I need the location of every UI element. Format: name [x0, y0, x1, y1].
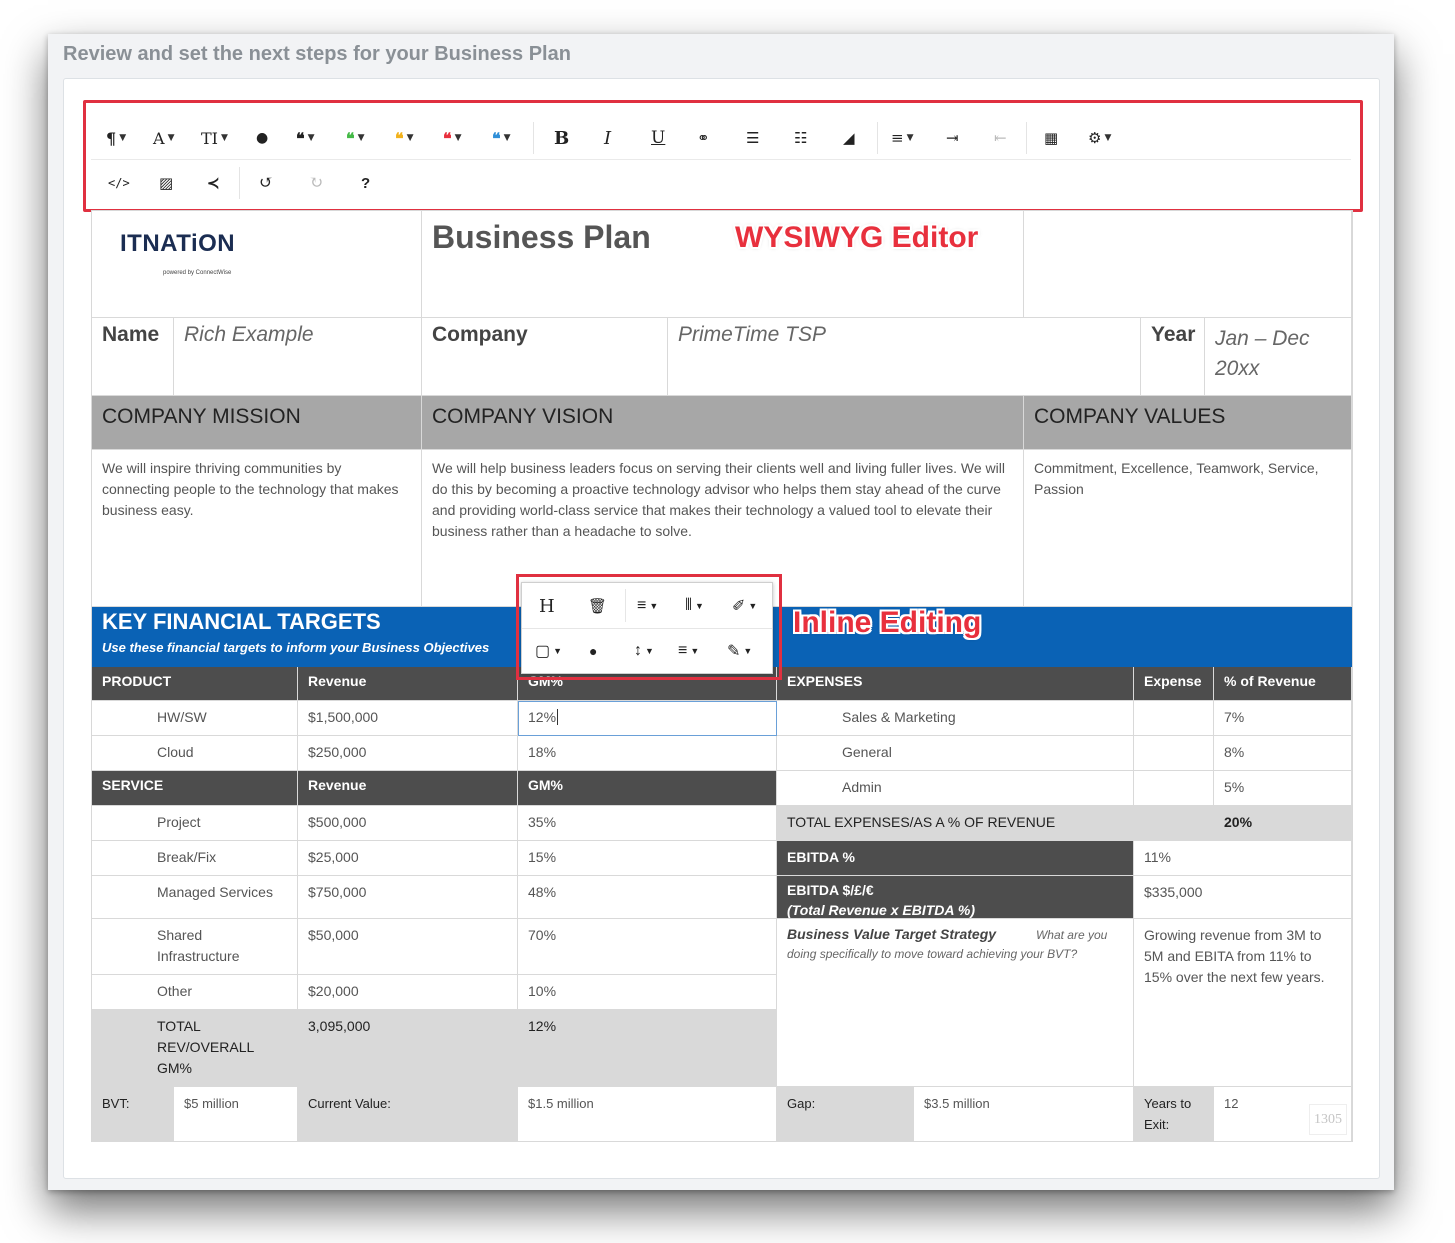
product-gm-editing[interactable]: 12% [518, 701, 777, 736]
logo-subtitle: powered by ConnectWise [163, 270, 232, 276]
year-label: Year [1141, 318, 1205, 396]
page-number: 1305 [1309, 1104, 1347, 1135]
expense-pct[interactable]: 7% [1214, 701, 1352, 736]
service-name: Project [92, 806, 298, 841]
ebitda-pct-value[interactable]: 11% [1134, 841, 1352, 876]
page-heading: Review and set the next steps for your B… [63, 43, 571, 65]
service-revenue[interactable]: $50,000 [298, 919, 518, 975]
expenses-header: EXPENSES [777, 667, 1134, 701]
bvt-label: BVT: [92, 1087, 174, 1142]
service-revenue[interactable]: $750,000 [298, 876, 518, 919]
service-name: Other [92, 975, 298, 1010]
service-gm[interactable]: 48% [518, 876, 777, 919]
name-label: Name [92, 318, 174, 396]
service-name: Managed Services [92, 876, 298, 919]
service-revenue[interactable]: $25,000 [298, 841, 518, 876]
expense-pct[interactable]: 5% [1214, 771, 1352, 806]
ebitda-dollar-sub: (Total Revenue x EBITDA %) [787, 902, 975, 918]
total-expenses-pct[interactable]: 20% [1214, 806, 1352, 841]
mission-heading: COMPANY MISSION [92, 396, 422, 450]
service-name: Break/Fix [92, 841, 298, 876]
wysiwyg-editor-label: WYSIWYG Editor [735, 221, 979, 254]
expense-value[interactable] [1134, 701, 1214, 736]
product-gm[interactable]: 12% [528, 709, 556, 725]
values-heading: COMPANY VALUES [1024, 396, 1352, 450]
ebitda-dollar-cell: EBITDA $/£/€ (Total Revenue x EBITDA %) [777, 876, 1134, 919]
product-header: PRODUCT [92, 667, 298, 701]
bvt-strategy-value[interactable]: Growing revenue from 3M to 5M and EBITA … [1134, 919, 1352, 1087]
total-label: TOTAL REV/OVERALL GM% [92, 1010, 298, 1087]
name-value[interactable]: Rich Example [174, 318, 422, 396]
years-to-exit-number[interactable]: 12 [1224, 1096, 1238, 1111]
product-name: Cloud [92, 736, 298, 771]
kft-title: KEY FINANCIAL TARGETS [102, 609, 381, 634]
service-name: Shared Infrastructure [92, 919, 298, 975]
values-text[interactable]: Commitment, Excellence, Teamwork, Servic… [1024, 450, 1352, 607]
mission-text[interactable]: We will inspire thriving communities by … [92, 450, 422, 607]
inline-editing-callout-box [516, 574, 782, 680]
gap-label: Gap: [777, 1087, 914, 1142]
bvt-value[interactable]: $5 million [174, 1087, 298, 1142]
product-revenue[interactable]: $250,000 [298, 736, 518, 771]
company-value[interactable]: PrimeTime TSP [668, 318, 1141, 396]
product-name: HW/SW [92, 701, 298, 736]
years-to-exit-label: Years to Exit: [1134, 1087, 1214, 1142]
total-expenses-value[interactable] [1134, 806, 1214, 841]
expense-pct[interactable]: 8% [1214, 736, 1352, 771]
product-gm[interactable]: 18% [518, 736, 777, 771]
service-revenue[interactable]: $500,000 [298, 806, 518, 841]
current-value[interactable]: $1.5 million [518, 1087, 777, 1142]
ebitda-dollar-value[interactable]: $335,000 [1134, 876, 1352, 919]
logo-cell: ITNATiON powered by ConnectWise [92, 211, 422, 318]
expense-name: General [777, 736, 1134, 771]
revenue-header: Revenue [298, 667, 518, 701]
expense-name: Admin [777, 771, 1134, 806]
inline-editing-label: Inline Editing [793, 606, 982, 639]
bvt-strategy-label: Business Value Target Strategy [787, 926, 997, 942]
expense-value[interactable] [1134, 771, 1214, 806]
header-empty-cell [1024, 211, 1352, 318]
years-to-exit-value[interactable]: 12 1305 [1214, 1087, 1352, 1142]
service-revenue-header: Revenue [298, 771, 518, 806]
service-header: SERVICE [92, 771, 298, 806]
expense-name: Sales & Marketing [777, 701, 1134, 736]
current-value-label: Current Value: [298, 1087, 518, 1142]
ebitda-pct-label: EBITDA % [777, 841, 1134, 876]
expense-value[interactable] [1134, 736, 1214, 771]
ebitda-dollar-label: EBITDA $/£/€ [787, 882, 874, 898]
total-revenue[interactable]: 3,095,000 [298, 1010, 518, 1087]
bvt-strategy-cell: Business Value Target Strategy What are … [777, 919, 1134, 1087]
service-gm[interactable]: 15% [518, 841, 777, 876]
total-gm[interactable]: 12% [518, 1010, 777, 1087]
kft-subtitle: Use these financial targets to inform yo… [102, 640, 490, 655]
service-gm[interactable]: 70% [518, 919, 777, 975]
pct-revenue-header: % of Revenue [1214, 667, 1352, 701]
service-gm[interactable]: 35% [518, 806, 777, 841]
year-value[interactable]: Jan – Dec 20xx [1205, 318, 1352, 396]
service-gm-header: GM% [518, 771, 777, 806]
vision-heading: COMPANY VISION [422, 396, 1024, 450]
total-expenses-label: TOTAL EXPENSES/AS A % OF REVENUE [777, 806, 1134, 841]
company-label: Company [422, 318, 668, 396]
wysiwyg-callout-box [83, 100, 1363, 212]
product-revenue[interactable]: $1,500,000 [298, 701, 518, 736]
service-gm[interactable]: 10% [518, 975, 777, 1010]
expense-header: Expense [1134, 667, 1214, 701]
itnation-logo: ITNATiON [120, 230, 236, 257]
gap-value[interactable]: $3.5 million [914, 1087, 1134, 1142]
service-revenue[interactable]: $20,000 [298, 975, 518, 1010]
